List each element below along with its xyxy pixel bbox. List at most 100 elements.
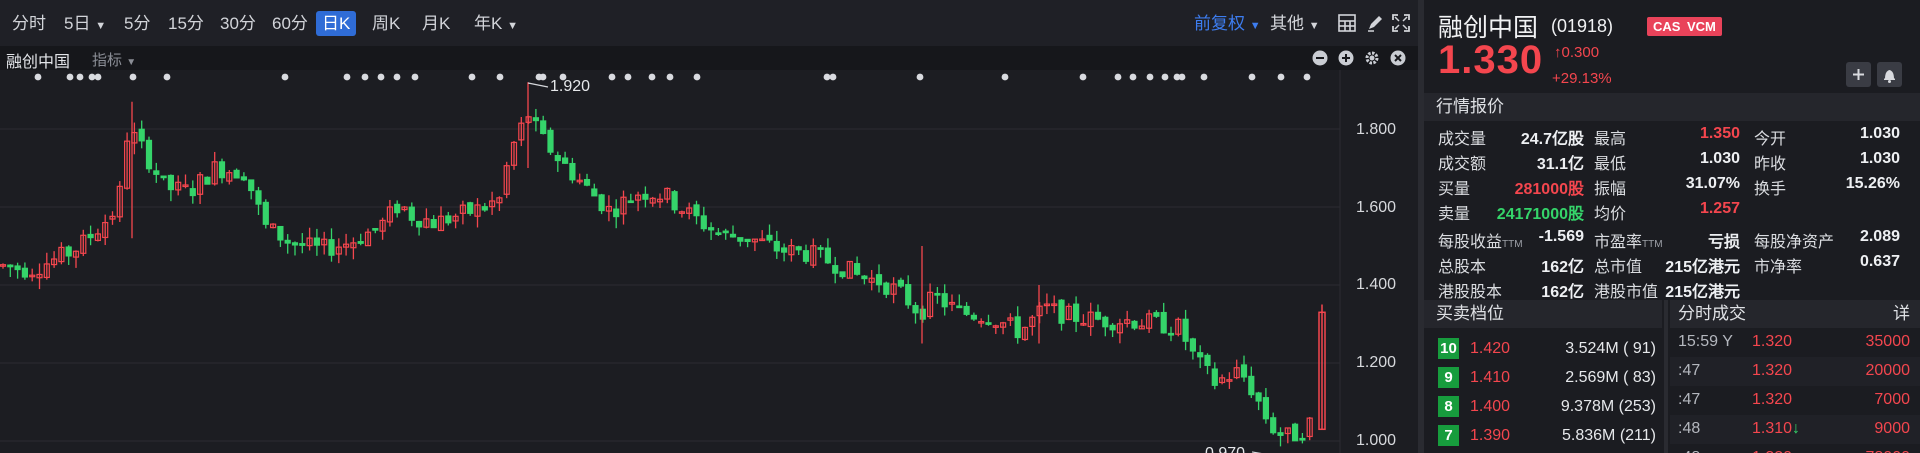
candle-body	[87, 233, 94, 239]
tab-60min[interactable]: 60分	[268, 11, 312, 36]
event-marker[interactable]	[1277, 73, 1285, 81]
event-marker[interactable]	[163, 73, 171, 81]
trades-detail-button[interactable]: 详	[1893, 300, 1910, 328]
candle-body	[328, 239, 335, 256]
candle-body	[153, 170, 160, 175]
event-marker[interactable]	[393, 73, 401, 81]
event-marker[interactable]	[539, 73, 547, 81]
event-marker[interactable]	[666, 73, 674, 81]
y-tick-label: 1.000	[1356, 432, 1397, 449]
candle-body	[1211, 368, 1218, 386]
event-marker[interactable]	[76, 73, 84, 81]
adjust-dropdown[interactable]: 前复权 ▼	[1190, 11, 1265, 36]
tab-monthly-k[interactable]: 月K	[418, 11, 454, 36]
event-marker[interactable]	[648, 73, 656, 81]
orderbook-row[interactable]: 8 1.400 9.378M (253)	[1424, 392, 1662, 420]
event-marker[interactable]	[916, 73, 924, 81]
event-marker[interactable]	[1200, 73, 1208, 81]
candle-body	[715, 232, 722, 236]
tab-daily-k[interactable]: 日K	[316, 11, 357, 36]
orderbook-volume: 9.378M (253)	[1560, 398, 1656, 415]
candle-body	[1072, 303, 1080, 322]
candle-body	[532, 117, 540, 122]
stat-value: 24.7亿股	[1520, 131, 1584, 148]
event-marker[interactable]	[1001, 73, 1009, 81]
candle-body	[1299, 437, 1306, 441]
chevron-down-icon: ▼	[126, 57, 137, 68]
zoom-in-icon[interactable]	[1338, 50, 1354, 66]
draw-pen-icon[interactable]	[1366, 14, 1384, 32]
candle-body	[1131, 320, 1138, 329]
alert-button[interactable]	[1877, 62, 1902, 87]
stat-value: 1.030	[1699, 150, 1740, 167]
event-marker[interactable]	[1248, 73, 1256, 81]
tab-5day[interactable]: 5日 ▼	[60, 11, 110, 36]
candle-body	[1014, 316, 1021, 339]
event-marker[interactable]	[343, 73, 351, 81]
event-marker[interactable]	[829, 73, 837, 81]
tab-yearly-k[interactable]: 年K ▼	[470, 11, 522, 36]
candle-body	[970, 314, 978, 320]
tab-weekly-k[interactable]: 周K	[368, 11, 404, 36]
event-marker[interactable]	[624, 73, 632, 81]
event-marker[interactable]	[411, 73, 419, 81]
zoom-out-icon[interactable]	[1312, 50, 1328, 66]
event-marker[interactable]	[377, 73, 385, 81]
more-dropdown[interactable]: 其他 ▼	[1266, 11, 1324, 36]
event-marker[interactable]	[496, 73, 504, 81]
event-marker[interactable]	[1114, 73, 1122, 81]
tab-15min[interactable]: 15分	[164, 11, 208, 36]
event-marker[interactable]	[88, 73, 96, 81]
orderbook-row[interactable]: 10 1.420 3.524M ( 91)	[1424, 334, 1662, 362]
orderbook-row[interactable]: 7 1.390 5.836M (211)	[1424, 421, 1662, 449]
event-marker[interactable]	[66, 73, 74, 81]
stat-label: 均价	[1594, 206, 1627, 223]
tab-5min[interactable]: 5分	[120, 11, 154, 36]
add-watchlist-button[interactable]	[1846, 62, 1871, 87]
event-marker[interactable]	[1303, 73, 1311, 81]
candle-body	[773, 240, 780, 252]
candle-body	[1153, 312, 1160, 317]
candle-body	[912, 305, 919, 314]
close-icon[interactable]	[1390, 50, 1406, 66]
event-marker[interactable]	[1178, 73, 1186, 81]
event-marker[interactable]	[608, 73, 616, 81]
indicator-dropdown[interactable]: 指标 ▼	[92, 49, 136, 70]
y-tick-label: 1.400	[1356, 276, 1397, 293]
event-marker[interactable]	[129, 73, 137, 81]
orderbook-row[interactable]: 9 1.410 2.569M ( 83)	[1424, 363, 1662, 391]
candle-body	[919, 308, 926, 320]
event-marker[interactable]	[823, 73, 831, 81]
stat-label: 最低	[1594, 156, 1627, 173]
tab-30min[interactable]: 30分	[216, 11, 260, 36]
candle-body	[671, 191, 678, 211]
event-marker[interactable]	[1161, 73, 1169, 81]
event-marker[interactable]	[34, 73, 42, 81]
vcm-badge: VCM	[1681, 17, 1722, 36]
orderbook-level: 9	[1438, 367, 1459, 388]
fullscreen-icon[interactable]	[1392, 14, 1410, 32]
candle-body	[248, 179, 255, 192]
event-marker[interactable]	[1146, 73, 1154, 81]
candlestick-chart[interactable]: 1.920 0.970	[0, 70, 1418, 453]
event-marker[interactable]	[94, 73, 102, 81]
candle-body	[14, 265, 21, 271]
stat-label: 市盈率TTM	[1594, 234, 1663, 251]
event-marker[interactable]	[1129, 73, 1137, 81]
event-marker[interactable]	[1079, 73, 1087, 81]
candle-body	[737, 237, 744, 242]
stat-label: 昨收	[1754, 156, 1787, 173]
event-marker[interactable]	[281, 73, 289, 81]
orderbook-volume: 2.569M ( 83)	[1565, 369, 1656, 386]
tab-intraday[interactable]: 分时	[8, 11, 50, 36]
settings-gear-icon[interactable]	[1364, 50, 1380, 66]
event-marker[interactable]	[468, 73, 476, 81]
candle-body	[963, 305, 970, 315]
event-marker[interactable]	[693, 73, 701, 81]
grid-layout-icon[interactable]	[1338, 14, 1356, 32]
candle-body	[561, 157, 569, 164]
candle-body	[985, 322, 992, 325]
candle-body	[1197, 352, 1204, 358]
candle-body	[394, 203, 401, 214]
event-marker[interactable]	[361, 73, 369, 81]
